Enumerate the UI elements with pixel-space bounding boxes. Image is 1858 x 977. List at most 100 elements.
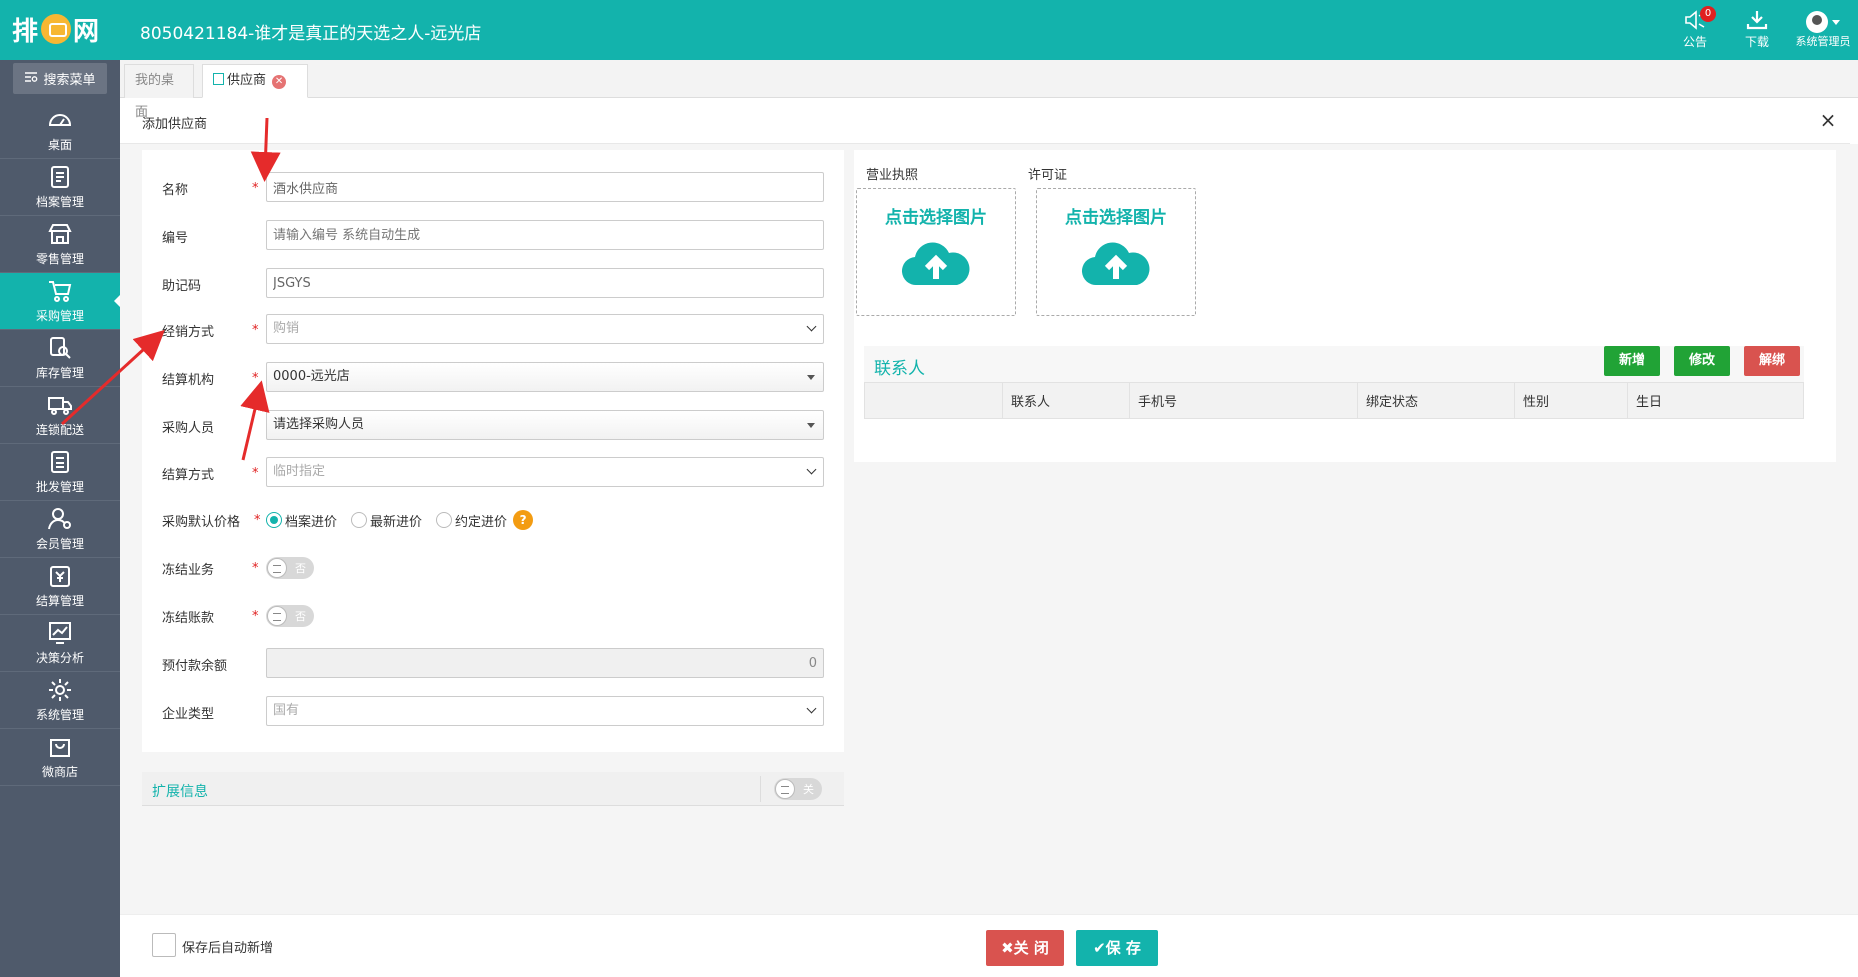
sidebar-item-member[interactable]: 会员管理 — [0, 501, 120, 558]
freeze-business-label: 冻结业务 — [162, 563, 215, 578]
contacts-header: 联系人 新增 修改 解绑 — [864, 346, 1804, 382]
sidebar-item-inventory[interactable]: 库存管理 — [0, 330, 120, 387]
chevron-down-icon — [806, 464, 817, 475]
sidebar-item-label: 结算管理 — [35, 594, 84, 608]
name-input[interactable] — [266, 172, 824, 202]
sidebar-item-wholesale[interactable]: 批发管理 — [0, 444, 120, 501]
toggle-text: 否 — [295, 610, 306, 623]
freeze-business-toggle[interactable]: 否 — [266, 557, 314, 579]
sales-mode-row: 经销方式 * 购销 — [142, 310, 844, 346]
dialog-header: 添加供应商 × — [120, 98, 1850, 144]
auto-new-checkbox[interactable] — [152, 933, 176, 957]
settle-org-label: 结算机构 — [162, 373, 215, 388]
chevron-down-icon — [1832, 19, 1840, 25]
price-radio-archive[interactable]: 档案进价 — [266, 511, 337, 530]
settle-org-select[interactable]: 0000-远光店 — [266, 362, 824, 392]
sidebar-item-label: 系统管理 — [35, 708, 84, 722]
settle-org-row: 结算机构 * 0000-远光店 — [142, 358, 844, 394]
radio-dot — [351, 512, 368, 528]
chevron-down-icon — [806, 703, 817, 714]
price-radio-agreed[interactable]: 约定进价 — [436, 511, 507, 530]
sidebar-item-purchase[interactable]: 采购管理 — [0, 273, 120, 330]
archive-icon — [47, 164, 73, 190]
close-button[interactable]: ✖关 闭 — [986, 930, 1064, 966]
buyer-label: 采购人员 — [162, 421, 215, 436]
close-icon[interactable]: × — [1816, 108, 1840, 132]
buyer-select[interactable]: 请选择采购人员 — [266, 410, 824, 440]
notice-count-badge: 0 — [1700, 6, 1716, 22]
user-menu[interactable]: 系统管理员 — [1788, 0, 1858, 60]
prepaid-row: 预付款余额 — [142, 644, 844, 680]
gear-icon — [47, 677, 73, 703]
sales-mode-value: 购销 — [273, 321, 300, 336]
sidebar-item-archive[interactable]: 档案管理 — [0, 159, 120, 216]
tab-label: 供应商 — [227, 73, 267, 88]
download-label: 下载 — [1744, 35, 1769, 49]
help-icon[interactable]: ? — [513, 510, 534, 530]
column-header: 联系人 — [1002, 382, 1130, 419]
radio-label: 约定进价 — [455, 514, 508, 530]
price-radio-latest[interactable]: 最新进价 — [351, 511, 422, 530]
extension-title: 扩展信息 — [152, 784, 208, 800]
sidebar-item-system[interactable]: 系统管理 — [0, 672, 120, 729]
store-icon — [47, 221, 73, 247]
mnemonic-row: 助记码 — [142, 264, 844, 300]
extension-toggle[interactable]: 关 — [774, 778, 822, 800]
table-header-row: 联系人 手机号 绑定状态 性别 生日 — [864, 382, 1804, 419]
sidebar-item-settlement[interactable]: 结算管理 — [0, 558, 120, 615]
supplier-form: 名称 * 编号 助记码 经销方式 * 购销 结算机构 * 0000-远光店 采购… — [142, 150, 844, 752]
settle-method-row: 结算方式 * 临时指定 — [142, 453, 844, 489]
sidebar-item-analysis[interactable]: 决策分析 — [0, 615, 120, 672]
permit-upload[interactable]: 点击选择图片 — [1036, 188, 1196, 316]
save-button[interactable]: ✔保 存 — [1076, 930, 1158, 966]
tab-close-icon[interactable]: ✕ — [272, 75, 287, 89]
buyer-value: 请选择采购人员 — [273, 417, 365, 432]
sidebar-item-label: 桌面 — [47, 138, 72, 152]
license-upload[interactable]: 点击选择图片 — [856, 188, 1016, 316]
column-header: 手机号 — [1129, 382, 1358, 419]
sidebar-item-label: 档案管理 — [35, 195, 84, 209]
avatar — [1806, 11, 1828, 33]
price-radio-group: 档案进价 最新进价 约定进价 ? — [266, 510, 534, 530]
sales-mode-select[interactable]: 购销 — [266, 314, 824, 344]
app-logo[interactable]: 排网 — [12, 12, 112, 47]
sidebar-item-label: 批发管理 — [35, 480, 84, 494]
freeze-payment-toggle[interactable]: 否 — [266, 605, 314, 627]
download-button[interactable]: 下载 — [1726, 0, 1788, 60]
sidebar-item-chain-delivery[interactable]: 连锁配送 — [0, 387, 120, 444]
add-contact-button[interactable]: 新增 — [1604, 346, 1660, 376]
dialog-title: 添加供应商 — [142, 117, 208, 132]
tab-supplier[interactable]: 供应商 ✕ — [202, 64, 308, 98]
required-mark: * — [252, 181, 259, 196]
settle-method-select[interactable]: 临时指定 — [266, 457, 824, 487]
user-label: 系统管理员 — [1795, 35, 1851, 48]
edit-contact-button[interactable]: 修改 — [1674, 346, 1730, 376]
company-type-label: 企业类型 — [162, 707, 215, 722]
prepaid-label: 预付款余额 — [162, 659, 228, 674]
company-type-row: 企业类型 国有 — [142, 692, 844, 728]
search-menu-label: 搜索菜单 — [43, 73, 96, 88]
required-mark: * — [252, 561, 259, 576]
mnemonic-input[interactable] — [266, 268, 824, 298]
company-type-select[interactable]: 国有 — [266, 696, 824, 726]
upload-text: 点击选择图片 — [885, 208, 987, 228]
sidebar: 搜索菜单 桌面 档案管理 零售管理 采购管理 库存管理 连锁配送 批发管理 会员… — [0, 60, 120, 977]
search-menu-button[interactable]: 搜索菜单 — [13, 63, 107, 94]
notice-button[interactable]: 0 公告 — [1664, 0, 1726, 60]
name-label: 名称 — [162, 183, 189, 198]
tab-my-desktop[interactable]: 我的桌面 — [124, 64, 194, 120]
extension-bar[interactable]: 扩展信息 关 — [142, 772, 844, 806]
caret-down-icon — [807, 423, 815, 428]
dashboard-icon — [47, 107, 73, 133]
sidebar-item-label: 库存管理 — [35, 366, 84, 380]
code-input[interactable] — [266, 220, 824, 250]
sidebar-item-desktop[interactable]: 桌面 — [0, 102, 120, 159]
sidebar-item-label: 会员管理 — [35, 537, 84, 551]
notice-label: 公告 — [1682, 35, 1707, 49]
chevron-down-icon — [806, 321, 817, 332]
sidebar-item-micro-store[interactable]: 微商店 — [0, 729, 120, 786]
upload-text: 点击选择图片 — [1065, 208, 1167, 228]
sidebar-item-retail[interactable]: 零售管理 — [0, 216, 120, 273]
unbind-contact-button[interactable]: 解绑 — [1744, 346, 1800, 376]
sidebar-item-label: 微商店 — [41, 765, 78, 779]
